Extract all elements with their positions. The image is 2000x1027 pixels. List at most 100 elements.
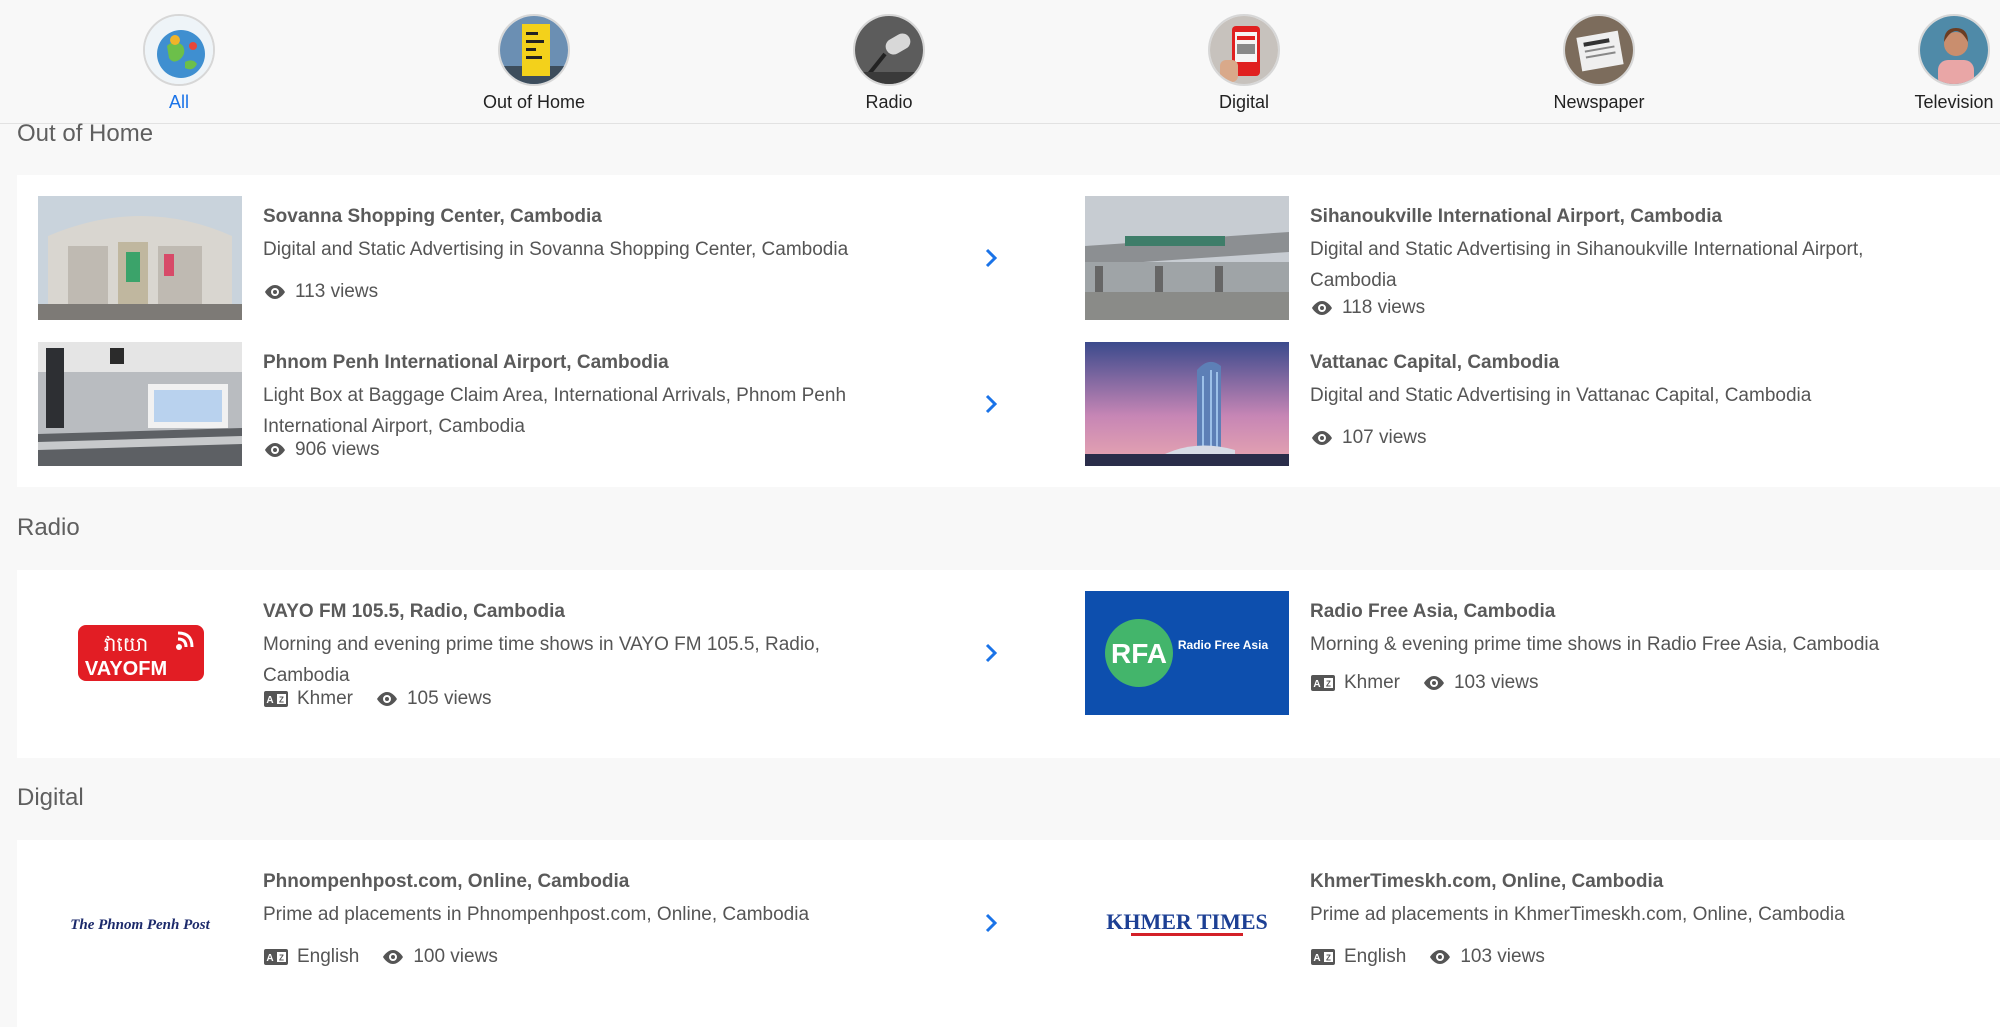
language-label: Khmer (1344, 672, 1400, 693)
listing-meta: 107 views (1310, 426, 1441, 450)
listing-title[interactable]: VAYO FM 105.5, Radio, Cambodia (263, 601, 565, 623)
smartphone-icon (1208, 14, 1280, 86)
listing-description: Digital and Static Advertising in Sihano… (1310, 239, 1864, 291)
listing-card[interactable]: KHMER TIMES KhmerTimeskh.com, Online, Ca… (1085, 861, 2000, 987)
listing-title[interactable]: Vattanac Capital, Cambodia (1310, 352, 1559, 374)
svg-text:Z: Z (1326, 680, 1331, 689)
svg-text:Z: Z (279, 696, 284, 705)
listing-logo: វាយោ VAYOFM (38, 591, 242, 715)
listing-title[interactable]: Radio Free Asia, Cambodia (1310, 601, 1555, 623)
section-title-out-of-home: Out of Home (17, 120, 154, 147)
billboard-icon (498, 14, 570, 86)
category-label: Out of Home (482, 92, 586, 112)
out-of-home-panel: Sovanna Shopping Center, Cambodia Digita… (17, 175, 2000, 487)
view-count: 113 views (295, 281, 379, 302)
section-title-radio: Radio (17, 514, 80, 541)
listing-card[interactable]: វាយោ VAYOFM VAYO FM 105.5, Radio, Cambodi… (38, 591, 1038, 717)
category-radio[interactable]: Radio (789, 14, 989, 113)
listing-card[interactable]: Phnom Penh International Airport, Cambod… (38, 342, 1038, 468)
listing-card[interactable]: The Phnom Penh Post Phnompenhpost.com, O… (38, 861, 1038, 987)
section-title-digital: Digital (17, 784, 84, 811)
svg-text:KHMER TIMES: KHMER TIMES (1106, 909, 1268, 934)
listing-meta: 118 views (1310, 296, 1439, 320)
listing-description: Digital and Static Advertising in Vattan… (1310, 385, 1812, 406)
category-newspaper[interactable]: Newspaper (1499, 14, 1699, 113)
newspaper-icon (1563, 14, 1635, 86)
globe-icon (143, 14, 215, 86)
language-label: English (1344, 946, 1407, 967)
svg-text:VAYOFM: VAYOFM (85, 658, 167, 680)
listing-logo: KHMER TIMES (1085, 861, 1289, 985)
listing-title[interactable]: Sovanna Shopping Center, Cambodia (263, 206, 602, 228)
category-television[interactable]: Television (1854, 14, 2000, 113)
eye-icon (375, 687, 399, 711)
view-count: 105 views (406, 688, 492, 709)
category-label: Radio (865, 92, 913, 112)
category-label: All (168, 92, 189, 112)
radio-panel: វាយោ VAYOFM VAYO FM 105.5, Radio, Cambodi… (17, 570, 2000, 758)
listing-meta: 113 views (263, 280, 392, 304)
language-icon: AZ (263, 948, 289, 966)
svg-text:Z: Z (1326, 954, 1331, 963)
digital-panel: The Phnom Penh Post Phnompenhpost.com, O… (17, 840, 2000, 1027)
listing-description: Morning and evening prime time shows in … (263, 634, 820, 686)
chevron-right-icon[interactable] (978, 641, 1002, 665)
listing-description: Prime ad placements in Phnompenhpost.com… (263, 904, 810, 925)
listing-card[interactable]: Vattanac Capital, Cambodia Digital and S… (1085, 342, 2000, 468)
svg-text:A: A (266, 695, 273, 706)
eye-icon (1428, 945, 1452, 969)
language-icon: AZ (1310, 674, 1336, 692)
listing-card[interactable]: Sovanna Shopping Center, Cambodia Digita… (38, 196, 1038, 322)
listing-description: Prime ad placements in KhmerTimeskh.com,… (1310, 904, 1845, 925)
view-count: 100 views (413, 946, 498, 967)
language-label: English (297, 946, 360, 967)
view-count: 107 views (1342, 427, 1427, 448)
category-nav: All Out of Home Radio Digital Newspaper … (0, 0, 2000, 124)
chevron-right-icon[interactable] (978, 392, 1002, 416)
listing-image (38, 196, 242, 320)
view-count: 906 views (295, 439, 380, 460)
category-label: Television (1914, 92, 1994, 112)
svg-text:RFA: RFA (1111, 638, 1167, 669)
listing-card[interactable]: Sihanoukville International Airport, Cam… (1085, 196, 2000, 322)
svg-text:A: A (1313, 953, 1320, 964)
svg-text:A: A (1313, 679, 1320, 690)
listing-card[interactable]: RFA Radio Free Asia Radio Free Asia, Camb… (1085, 591, 2000, 717)
listing-meta: A Z English 103 views (1310, 945, 1559, 969)
svg-text:A: A (266, 953, 273, 964)
television-icon (1918, 14, 1990, 86)
category-all[interactable]: All (79, 14, 279, 113)
microphone-icon (853, 14, 925, 86)
listing-image (1085, 342, 1289, 466)
svg-text:Radio Free Asia: Radio Free Asia (1178, 638, 1269, 652)
chevron-right-icon[interactable] (978, 911, 1002, 935)
chevron-right-icon[interactable] (978, 246, 1002, 270)
listing-description: Digital and Static Advertising in Sovann… (263, 239, 849, 260)
listing-title[interactable]: KhmerTimeskh.com, Online, Cambodia (1310, 871, 1663, 893)
category-digital[interactable]: Digital (1144, 14, 1344, 113)
svg-text:The Phnom Penh Post: The Phnom Penh Post (70, 917, 210, 933)
listing-description: Morning & evening prime time shows in Ra… (1310, 634, 1880, 655)
view-count: 103 views (1453, 672, 1539, 693)
listing-meta: 906 views (263, 438, 394, 462)
listing-logo: The Phnom Penh Post (38, 861, 242, 985)
eye-icon (263, 280, 287, 304)
listing-description: Light Box at Baggage Claim Area, Interna… (263, 385, 847, 437)
listing-title[interactable]: Sihanoukville International Airport, Cam… (1310, 206, 1722, 228)
listing-title[interactable]: Phnompenhpost.com, Online, Cambodia (263, 871, 629, 893)
svg-text:វាយោ: វាយោ (104, 632, 148, 656)
category-label: Newspaper (1553, 92, 1645, 112)
listing-meta: A Z Khmer 105 views (263, 687, 505, 711)
svg-text:Z: Z (279, 954, 284, 963)
language-icon: AZ (1310, 948, 1336, 966)
eye-icon (381, 945, 405, 969)
category-label: Digital (1218, 92, 1270, 112)
listing-meta: A Z English 100 views (263, 945, 512, 969)
category-out-of-home[interactable]: Out of Home (434, 14, 634, 113)
eye-icon (1310, 296, 1334, 320)
eye-icon (1310, 426, 1334, 450)
eye-icon (263, 438, 287, 462)
language-icon: AZ (263, 690, 289, 708)
listing-title[interactable]: Phnom Penh International Airport, Cambod… (263, 352, 669, 374)
view-count: 118 views (1342, 297, 1426, 318)
